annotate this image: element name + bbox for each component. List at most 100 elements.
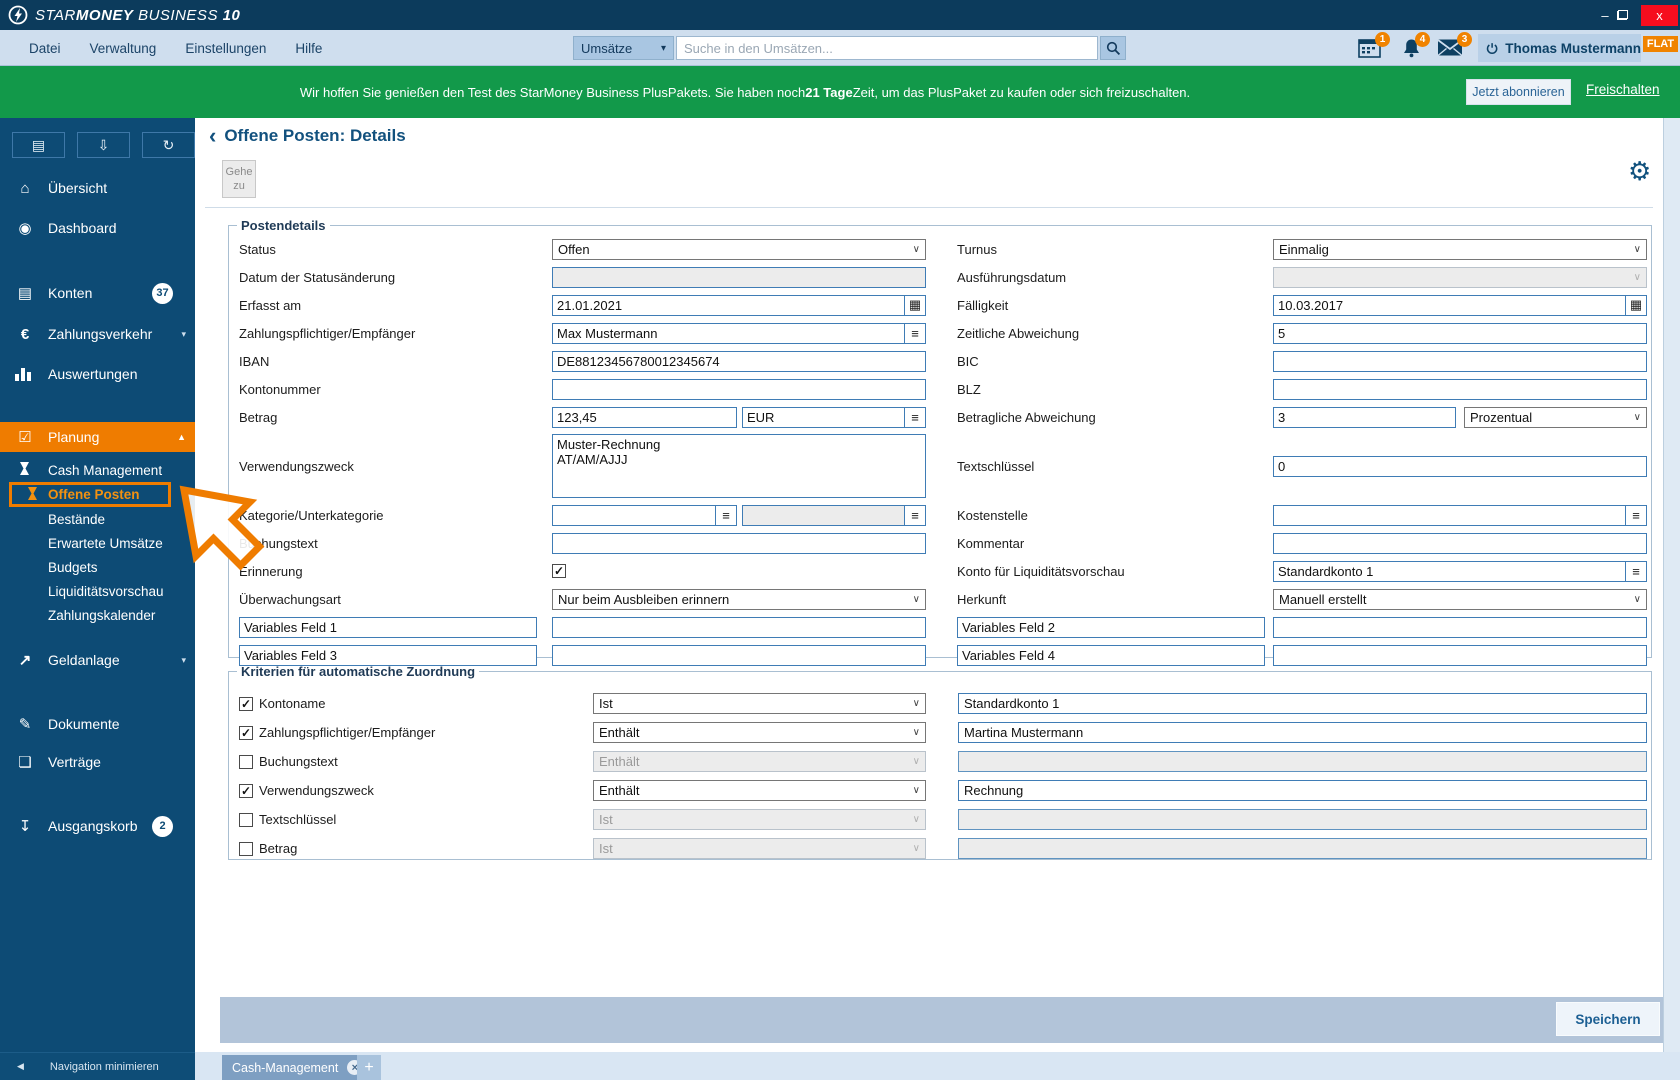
zahlungspflichtiger-value-input[interactable] bbox=[958, 722, 1647, 743]
var-field3-name-input[interactable] bbox=[239, 644, 537, 666]
purpose-textarea[interactable]: Muster-Rechnung AT/AM/AJJJ bbox=[552, 434, 926, 498]
menu-hilfe[interactable]: Hilfe bbox=[295, 41, 322, 56]
turnus-select[interactable]: Einmalig ∨ bbox=[1273, 238, 1647, 260]
transfer-button[interactable]: ⇩ bbox=[77, 132, 130, 158]
sidebar-item-ausgangskorb[interactable]: ↧ Ausgangskorb 2 bbox=[0, 814, 195, 838]
list-picker-button[interactable]: ≡ bbox=[904, 504, 926, 526]
calendar-picker-button[interactable]: ▦ bbox=[904, 294, 926, 316]
menu-datei[interactable]: Datei bbox=[29, 41, 61, 56]
sidebar-item-konten[interactable]: ▤ Konten 37 bbox=[0, 281, 195, 305]
user-menu[interactable]: Thomas Mustermann bbox=[1478, 34, 1641, 62]
var-field1-name-input[interactable] bbox=[239, 616, 537, 638]
sidebar-item-dashboard[interactable]: ◉ Dashboard bbox=[0, 216, 195, 240]
sidebar-item-auswertungen[interactable]: Auswertungen bbox=[0, 362, 195, 386]
kontoname-value-input[interactable] bbox=[958, 693, 1647, 714]
refresh-button[interactable]: ↻ bbox=[142, 132, 195, 158]
close-button[interactable]: x bbox=[1641, 4, 1678, 26]
accounts-overview-button[interactable]: ▤ bbox=[12, 132, 65, 158]
list-picker-button[interactable]: ≡ bbox=[1625, 504, 1647, 526]
sidebar-item-uebersicht[interactable]: ⌂ Übersicht bbox=[0, 176, 195, 200]
time-deviation-input[interactable] bbox=[1273, 322, 1647, 344]
category-input[interactable] bbox=[552, 504, 716, 526]
cost-center-input[interactable] bbox=[1273, 504, 1626, 526]
verwendungszweck-checkbox[interactable]: ✓ bbox=[239, 783, 253, 798]
sidebar-item-geldanlage[interactable]: ↗ Geldanlage ▾ bbox=[0, 648, 195, 672]
sidebar-item-zahlungsverkehr[interactable]: € Zahlungsverkehr ▾ bbox=[0, 322, 195, 346]
account-number-input[interactable] bbox=[552, 378, 926, 400]
booking-text-input[interactable] bbox=[552, 532, 926, 554]
verwendungszweck-value-input[interactable] bbox=[958, 780, 1647, 801]
kontoname-checkbox[interactable]: ✓ bbox=[239, 696, 253, 711]
bic-input[interactable] bbox=[1273, 350, 1647, 372]
maximize-button[interactable] bbox=[1617, 10, 1628, 20]
search-input[interactable] bbox=[676, 36, 1098, 60]
freischalten-link[interactable]: Freischalten bbox=[1586, 82, 1660, 97]
tab-cash-management[interactable]: Cash-Management × bbox=[222, 1055, 373, 1080]
list-picker-button[interactable]: ≡ bbox=[1625, 560, 1647, 582]
list-picker-button[interactable]: ≡ bbox=[715, 504, 737, 526]
sidebar-item-offene-posten[interactable]: Offene Posten bbox=[9, 482, 171, 507]
var-field2-value-input[interactable] bbox=[1273, 616, 1647, 638]
var-field2-name-input[interactable] bbox=[957, 616, 1265, 638]
goto-button[interactable]: Gehe zu bbox=[222, 160, 256, 198]
zahlungspflichtiger-checkbox[interactable]: ✓ bbox=[239, 725, 253, 740]
sidebar-item-bestaende[interactable]: Bestände bbox=[0, 507, 195, 531]
search-button[interactable] bbox=[1100, 36, 1126, 60]
sidebar-item-liquiditaetsvorschau[interactable]: Liquiditätsvorschau bbox=[0, 579, 195, 603]
verwendungszweck-operator-select[interactable]: Enthält ∨ bbox=[593, 780, 926, 801]
created-on-row: Erfasst am ▦ bbox=[239, 291, 939, 319]
payer-row: Zahlungspflichtiger/Empfänger ≡ bbox=[239, 319, 939, 347]
text-key-input[interactable] bbox=[1273, 455, 1647, 477]
var-field1-value-input[interactable] bbox=[552, 616, 926, 638]
navigation-minimize-bar[interactable]: ◀ Navigation minimieren bbox=[0, 1052, 195, 1080]
gear-icon[interactable]: ⚙ bbox=[1628, 156, 1651, 187]
sidebar-item-budgets[interactable]: Budgets bbox=[0, 555, 195, 579]
add-tab-button[interactable]: + bbox=[357, 1055, 381, 1080]
operator-value: Ist bbox=[599, 812, 613, 827]
comment-input[interactable] bbox=[1273, 532, 1647, 554]
menu-einstellungen[interactable]: Einstellungen bbox=[185, 41, 266, 56]
sidebar-item-erwartete-umsaetze[interactable]: Erwartete Umsätze bbox=[0, 531, 195, 555]
sidebar-item-vertraege[interactable]: ❏ Verträge bbox=[0, 750, 195, 774]
mail-notification[interactable]: 3 bbox=[1437, 32, 1472, 62]
betrag-checkbox[interactable] bbox=[239, 841, 253, 856]
status-select[interactable]: Offen ∨ bbox=[552, 238, 926, 260]
zahlungspflichtiger-operator-select[interactable]: Enthält ∨ bbox=[593, 722, 926, 743]
save-button[interactable]: Speichern bbox=[1556, 1002, 1660, 1036]
textschluessel-checkbox[interactable] bbox=[239, 812, 253, 827]
monitoring-select[interactable]: Nur beim Ausbleiben erinnern ∨ bbox=[552, 588, 926, 610]
origin-select[interactable]: Manuell erstellt ∨ bbox=[1273, 588, 1647, 610]
due-date-input[interactable] bbox=[1273, 294, 1626, 316]
calendar-notification[interactable]: 1 bbox=[1358, 32, 1390, 63]
blz-input[interactable] bbox=[1273, 378, 1647, 400]
search-scope-dropdown[interactable]: Umsätze ▾ bbox=[573, 36, 674, 60]
origin-label: Herkunft bbox=[957, 591, 1007, 607]
sidebar-item-dokumente[interactable]: ✎ Dokumente bbox=[0, 712, 195, 736]
calendar-picker-button[interactable]: ▦ bbox=[1625, 294, 1647, 316]
liquidity-account-input[interactable] bbox=[1273, 560, 1626, 582]
bell-notification[interactable]: 4 bbox=[1402, 32, 1430, 63]
iban-input[interactable] bbox=[552, 350, 926, 372]
var-field4-value-input[interactable] bbox=[1273, 644, 1647, 666]
sidebar-item-cash-management[interactable]: Cash Management bbox=[0, 458, 195, 482]
amount-deviation-input[interactable] bbox=[1273, 406, 1456, 428]
kontoname-operator-select[interactable]: Ist ∨ bbox=[593, 693, 926, 714]
back-chevron-icon[interactable]: ‹ bbox=[209, 125, 216, 147]
currency-input[interactable] bbox=[742, 406, 905, 428]
menu-verwaltung[interactable]: Verwaltung bbox=[90, 41, 157, 56]
list-picker-button[interactable]: ≡ bbox=[904, 406, 926, 428]
sidebar-item-zahlungskalender[interactable]: Zahlungskalender bbox=[0, 603, 195, 627]
created-on-input[interactable] bbox=[552, 294, 905, 316]
minimize-button[interactable]: – bbox=[1593, 8, 1617, 23]
reminder-checkbox[interactable]: ✓ bbox=[552, 564, 566, 578]
list-picker-button[interactable]: ≡ bbox=[904, 322, 926, 344]
deviation-unit-select[interactable]: Prozentual ∨ bbox=[1464, 406, 1647, 428]
buchungstext-checkbox[interactable] bbox=[239, 754, 253, 769]
sidebar-item-planung[interactable]: ☑ Planung ▲ bbox=[0, 422, 195, 452]
comment-row: Kommentar bbox=[957, 529, 1649, 557]
subscribe-button[interactable]: Jetzt abonnieren bbox=[1466, 79, 1571, 105]
var-field4-name-input[interactable] bbox=[957, 644, 1265, 666]
amount-input[interactable] bbox=[552, 406, 737, 428]
var-field3-value-input[interactable] bbox=[552, 644, 926, 666]
payer-input[interactable] bbox=[552, 322, 905, 344]
